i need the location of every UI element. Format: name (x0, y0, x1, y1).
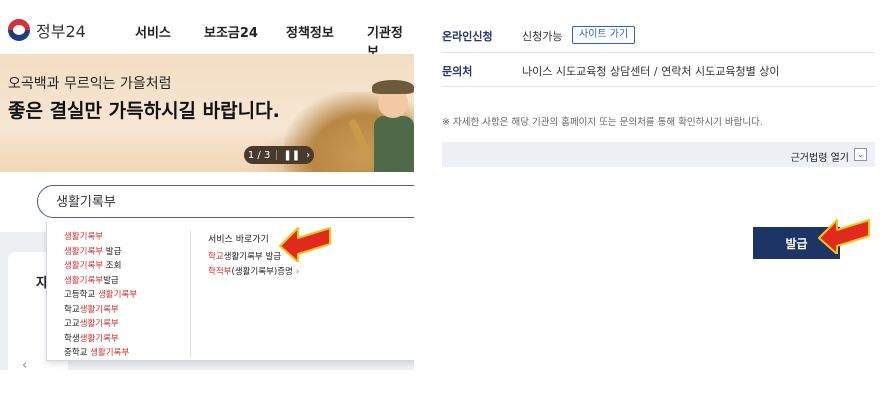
chevron-right-icon: › (295, 267, 300, 277)
suggestion-item[interactable]: 생활기록부 조회 (64, 261, 121, 272)
suggestion-highlight: 생활기록부 (64, 261, 104, 271)
suggestion-prefix: 학교 (64, 304, 80, 315)
suggestion-highlight: 생활기록부 (64, 246, 104, 257)
quick-link-transcript[interactable]: 학적부(생활기록부)증명 › (208, 265, 299, 277)
chevron-left-icon[interactable]: ‹ (22, 358, 27, 370)
quick-link-highlight: 학적부 (208, 267, 232, 277)
autumn-banner[interactable]: 오곡백과 무르익는 가을처럼 좋은 결실만 가득하시길 바랍니다. 1 / 3 … (0, 54, 414, 172)
search-input[interactable] (54, 192, 358, 209)
dropdown-divider (190, 230, 191, 358)
next-icon[interactable]: › (306, 150, 310, 161)
left-screenshot-panel: 정부24 서비스 보조금24 정책정보 기관정보 오곡백과 무르익는 가을처럼 … (0, 0, 414, 370)
taegeuk-logo-icon (8, 19, 30, 41)
row-value: 나이스 시도교육청 상담센터 / 연락처 시도교육청별 상이 (522, 65, 780, 78)
suggestion-suffix: 발급 (103, 246, 122, 257)
suggestion-item[interactable]: 고교생활기록부 (64, 319, 119, 330)
chevron-down-icon[interactable]: ⌄ (854, 148, 867, 161)
nav-policy-info[interactable]: 정책정보 (286, 22, 334, 41)
suggestion-highlight: 생활기록부 (79, 333, 119, 344)
top-navigation: 정부24 서비스 보조금24 정책정보 기관정보 (0, 0, 414, 60)
nav-subsidy24[interactable]: 보조금24 (204, 22, 258, 41)
quick-link-title: 서비스 바로가기 (208, 235, 269, 245)
quick-link-highlight: 학교 (208, 252, 224, 262)
suggestion-item[interactable]: 생활기록부 (64, 232, 103, 243)
suggestion-suffix: 조회 (103, 261, 122, 271)
pager-count: 1 / 3 (247, 149, 271, 161)
farmer-illustration-body (374, 116, 414, 172)
suggestion-highlight: 생활기록부 (79, 304, 119, 315)
search-box[interactable] (37, 185, 414, 218)
banner-subtitle: 오곡백과 무르익는 가을처럼 (8, 76, 172, 92)
autocomplete-dropdown: 생활기록부 생활기록부 발급 생활기록부 조회 생활기록부발급 고등학교 생활기록부 학교… (46, 222, 414, 361)
suggestion-item[interactable]: 생활기록부 발급 (64, 247, 121, 258)
suggestion-prefix: 고등학교 (64, 290, 98, 300)
row-contact: 문의처 나이스 시도교육청 상담센터 / 연락처 시도교육청별 상이 (442, 52, 875, 87)
right-screenshot-panel: 온라인신청 신청가능 사이트 가기 문의처 나이스 시도교육청 상담센터 / 연… (437, 0, 875, 400)
suggestion-suffix: 발급 (103, 275, 119, 286)
suggestion-highlight: 생활기록부 (64, 232, 104, 242)
suggestion-item[interactable]: 학교생활기록부 (64, 305, 119, 316)
banner-pager[interactable]: 1 / 3 ❚❚ › (244, 146, 314, 164)
suggestion-prefix: 학생 (64, 333, 80, 344)
suggestion-item[interactable]: 중학교 생활기록부 (64, 348, 129, 359)
go-to-site-button[interactable]: 사이트 가기 (572, 26, 636, 44)
suggestion-item[interactable]: 학생생활기록부 (64, 334, 119, 345)
suggestion-prefix: 중학교 (64, 348, 91, 358)
quick-link-text: 생활기록부 발급 (223, 252, 282, 262)
red-arrow-icon (818, 219, 870, 254)
law-toggle-bar[interactable]: 근거법령 열기 ⌄ (442, 142, 875, 167)
red-arrow-icon (279, 227, 331, 262)
suggestion-item[interactable]: 생활기록부발급 (64, 276, 119, 287)
suggestion-highlight: 생활기록부 (64, 275, 104, 286)
quick-link-text: (생활기록부)증명 (231, 267, 293, 277)
row-label: 온라인신청 (442, 30, 493, 43)
nav-services[interactable]: 서비스 (135, 22, 171, 41)
logo-text: 정부24 (36, 22, 86, 41)
suggestion-prefix: 고교 (64, 319, 80, 329)
suggestion-item[interactable]: 고등학교 생활기록부 (64, 290, 137, 301)
farmer-hat-icon (372, 80, 414, 94)
pager-divider (276, 150, 278, 160)
row-online-application: 온라인신청 신청가능 사이트 가기 (442, 18, 875, 53)
notice-text: ※ 자세한 사항은 해당 기관의 홈페이지 또는 문의처를 통해 확인하시기 바… (442, 117, 763, 128)
banner-title: 좋은 결실만 가득하시길 바랍니다. (8, 100, 280, 122)
row-value: 신청가능 (522, 30, 563, 43)
suggestion-highlight: 생활기록부 (79, 319, 119, 329)
quick-link-school-record[interactable]: 학교생활기록부 발급 (208, 250, 281, 262)
row-label: 문의처 (442, 65, 473, 78)
gov24-logo[interactable]: 정부24 (8, 18, 86, 42)
suggestion-highlight: 생활기록부 (90, 348, 130, 358)
pause-icon[interactable]: ❚❚ (283, 150, 300, 161)
law-toggle-label[interactable]: 근거법령 열기 (791, 149, 849, 164)
suggestion-highlight: 생활기록부 (97, 290, 138, 300)
